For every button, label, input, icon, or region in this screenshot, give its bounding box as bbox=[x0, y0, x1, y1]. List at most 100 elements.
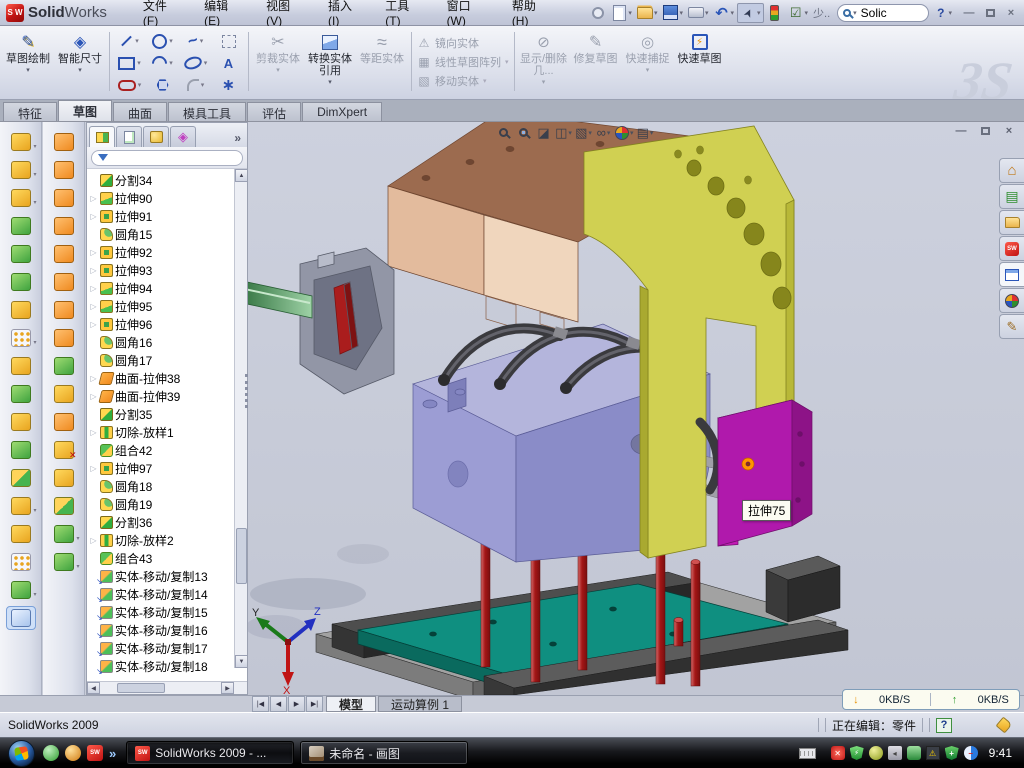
smart-dimension-icon[interactable]: 智能尺寸 bbox=[54, 28, 106, 95]
dimxpertmanager-tab[interactable] bbox=[170, 126, 196, 147]
rib-icon[interactable] bbox=[6, 354, 36, 378]
expand-arrow-icon[interactable]: ▷ bbox=[89, 320, 98, 329]
network-warning-icon[interactable] bbox=[926, 746, 940, 760]
expand-arrow-icon[interactable]: ▷ bbox=[89, 194, 98, 203]
move-entities-icon[interactable]: ▧移动实体 bbox=[417, 73, 509, 89]
tree-item[interactable]: ▷ 拉伸94 bbox=[89, 279, 247, 297]
sketch-fillet-icon[interactable] bbox=[179, 75, 212, 95]
sync-icon[interactable] bbox=[907, 746, 921, 760]
tree-item[interactable]: ▷ 实体-移动/复制18 bbox=[89, 657, 247, 675]
update-badge-icon[interactable] bbox=[869, 746, 883, 760]
doc-nav-button[interactable]: ▶ bbox=[288, 696, 305, 712]
linear-pattern-icon[interactable] bbox=[6, 326, 36, 350]
manager-tabs-overflow[interactable]: » bbox=[234, 131, 245, 147]
mirror-icon[interactable] bbox=[6, 438, 36, 462]
freeform-icon[interactable] bbox=[49, 522, 79, 546]
defender-icon[interactable] bbox=[945, 746, 959, 760]
messenger-icon[interactable] bbox=[43, 745, 59, 761]
tree-item[interactable]: ▷ 拉伸90 bbox=[89, 189, 247, 207]
tree-item[interactable]: ▷ 组合42 bbox=[89, 441, 247, 459]
document-tab[interactable]: 模型 bbox=[326, 696, 376, 712]
stop-block[interactable] bbox=[766, 556, 840, 622]
print-icon[interactable] bbox=[686, 3, 711, 23]
spline-curve-icon[interactable] bbox=[49, 550, 79, 574]
document-tab[interactable]: 运动算例 1 bbox=[378, 696, 462, 712]
dome-icon[interactable] bbox=[49, 354, 79, 378]
expand-arrow-icon[interactable]: ▷ bbox=[89, 428, 98, 437]
boundary-boss-icon[interactable] bbox=[49, 214, 79, 238]
antivirus-icon[interactable] bbox=[831, 746, 845, 760]
axis-icon[interactable] bbox=[6, 550, 36, 574]
tree-item[interactable]: ▷ 拉伸93 bbox=[89, 261, 247, 279]
custom-properties-icon[interactable] bbox=[999, 314, 1024, 339]
taskbar-clock[interactable]: 9:41 bbox=[989, 746, 1012, 760]
display-style-icon[interactable]: ▧ bbox=[574, 123, 593, 142]
scroll-down-icon[interactable]: ▼ bbox=[235, 655, 247, 668]
pin-icon[interactable] bbox=[588, 3, 608, 23]
restore-button[interactable] bbox=[981, 5, 999, 20]
tree-item[interactable]: ▷ 分割36 bbox=[89, 513, 247, 531]
tree-item[interactable]: ▷ 组合43 bbox=[89, 549, 247, 567]
help-dropdown-icon[interactable]: ▾ bbox=[949, 9, 953, 17]
point-icon[interactable] bbox=[212, 75, 245, 95]
mirror-entities-icon[interactable]: ⚠镜向实体 bbox=[417, 35, 509, 51]
repair-sketch-icon[interactable]: 修复草图 bbox=[570, 28, 622, 95]
bend-icon[interactable] bbox=[49, 410, 79, 434]
toolbar-overflow[interactable]: 少.. bbox=[813, 5, 830, 21]
tree-item[interactable]: ▷ 圆角16 bbox=[89, 333, 247, 351]
search-box[interactable]: ▾ Solic bbox=[837, 4, 929, 22]
swept-boss-icon[interactable] bbox=[49, 130, 79, 154]
quick-tips-button[interactable]: ? bbox=[936, 718, 952, 733]
tree-item[interactable]: ▷ 拉伸95 bbox=[89, 297, 247, 315]
zoom-fit-icon[interactable] bbox=[494, 123, 513, 142]
linear-pattern-entities-icon[interactable]: ▦线性草图阵列 bbox=[417, 54, 509, 70]
undo-icon[interactable]: ↶ bbox=[711, 3, 736, 23]
hide-show-items-icon[interactable]: ∞ bbox=[594, 123, 613, 142]
taskbar-task-button[interactable]: 未命名 - 画图 bbox=[300, 741, 468, 765]
tree-item[interactable]: ▷ 分割35 bbox=[89, 405, 247, 423]
revolved-cut-icon[interactable] bbox=[49, 270, 79, 294]
zoom-area-icon[interactable] bbox=[514, 123, 533, 142]
save-icon[interactable] bbox=[660, 3, 685, 23]
scrollbar-thumb[interactable] bbox=[236, 528, 247, 584]
tree-item[interactable]: ▷ 拉伸91 bbox=[89, 207, 247, 225]
tree-item[interactable]: ▷ 实体-移动/复制15 bbox=[89, 603, 247, 621]
close-button[interactable]: × bbox=[1002, 5, 1020, 20]
expand-arrow-icon[interactable]: ▷ bbox=[89, 284, 98, 293]
ribbon-tab[interactable]: DimXpert bbox=[302, 102, 382, 121]
side-insert-block[interactable] bbox=[718, 400, 812, 546]
scene-icon[interactable]: ▤ bbox=[636, 123, 655, 142]
input-method-icon[interactable] bbox=[964, 746, 978, 760]
ribbon-tab[interactable]: 草图 bbox=[58, 100, 112, 121]
reference-geometry-icon[interactable] bbox=[6, 494, 36, 518]
shell-icon[interactable] bbox=[6, 242, 36, 266]
open-icon[interactable] bbox=[635, 3, 660, 23]
tree-item[interactable]: ▷ 拉伸96 bbox=[89, 315, 247, 333]
scroll-right-icon[interactable]: ▶ bbox=[221, 682, 234, 694]
tree-item[interactable]: ▷ 实体-移动/复制16 bbox=[89, 621, 247, 639]
view-palette-icon[interactable] bbox=[999, 262, 1024, 287]
graphics-viewport[interactable]: Y Z X ◪◫▧∞▤ — × 拉伸75 SW bbox=[248, 122, 1024, 695]
split-icon[interactable] bbox=[6, 410, 36, 434]
tree-item[interactable]: ▷ 拉伸97 bbox=[89, 459, 247, 477]
tree-item[interactable]: ▷ 圆角19 bbox=[89, 495, 247, 513]
featuremanager-tab[interactable] bbox=[89, 126, 115, 147]
keyboard-layout-icon[interactable] bbox=[799, 748, 816, 759]
slot-icon[interactable] bbox=[113, 75, 146, 95]
cavity-insert[interactable] bbox=[300, 248, 394, 394]
fillet-icon[interactable] bbox=[6, 186, 36, 210]
knit-surface-icon[interactable] bbox=[49, 466, 79, 490]
expand-arrow-icon[interactable]: ▷ bbox=[89, 374, 98, 383]
ribbon-tab[interactable]: 曲面 bbox=[113, 102, 167, 121]
tree-item[interactable]: ▷ 圆角18 bbox=[89, 477, 247, 495]
expand-arrow-icon[interactable]: ▷ bbox=[89, 302, 98, 311]
rectangle-icon[interactable] bbox=[113, 53, 146, 73]
tree-item[interactable]: ▷ 圆角15 bbox=[89, 225, 247, 243]
lofted-boss-icon[interactable] bbox=[49, 186, 79, 210]
expand-arrow-icon[interactable]: ▷ bbox=[89, 536, 98, 545]
move-copy-icon[interactable] bbox=[6, 466, 36, 490]
scroll-up-icon[interactable]: ▲ bbox=[235, 169, 247, 182]
scrollbar-thumb[interactable] bbox=[117, 683, 165, 693]
ribbon-tab[interactable]: 模具工具 bbox=[168, 102, 246, 121]
trim-entities-icon[interactable]: 剪裁实体 bbox=[252, 28, 304, 95]
